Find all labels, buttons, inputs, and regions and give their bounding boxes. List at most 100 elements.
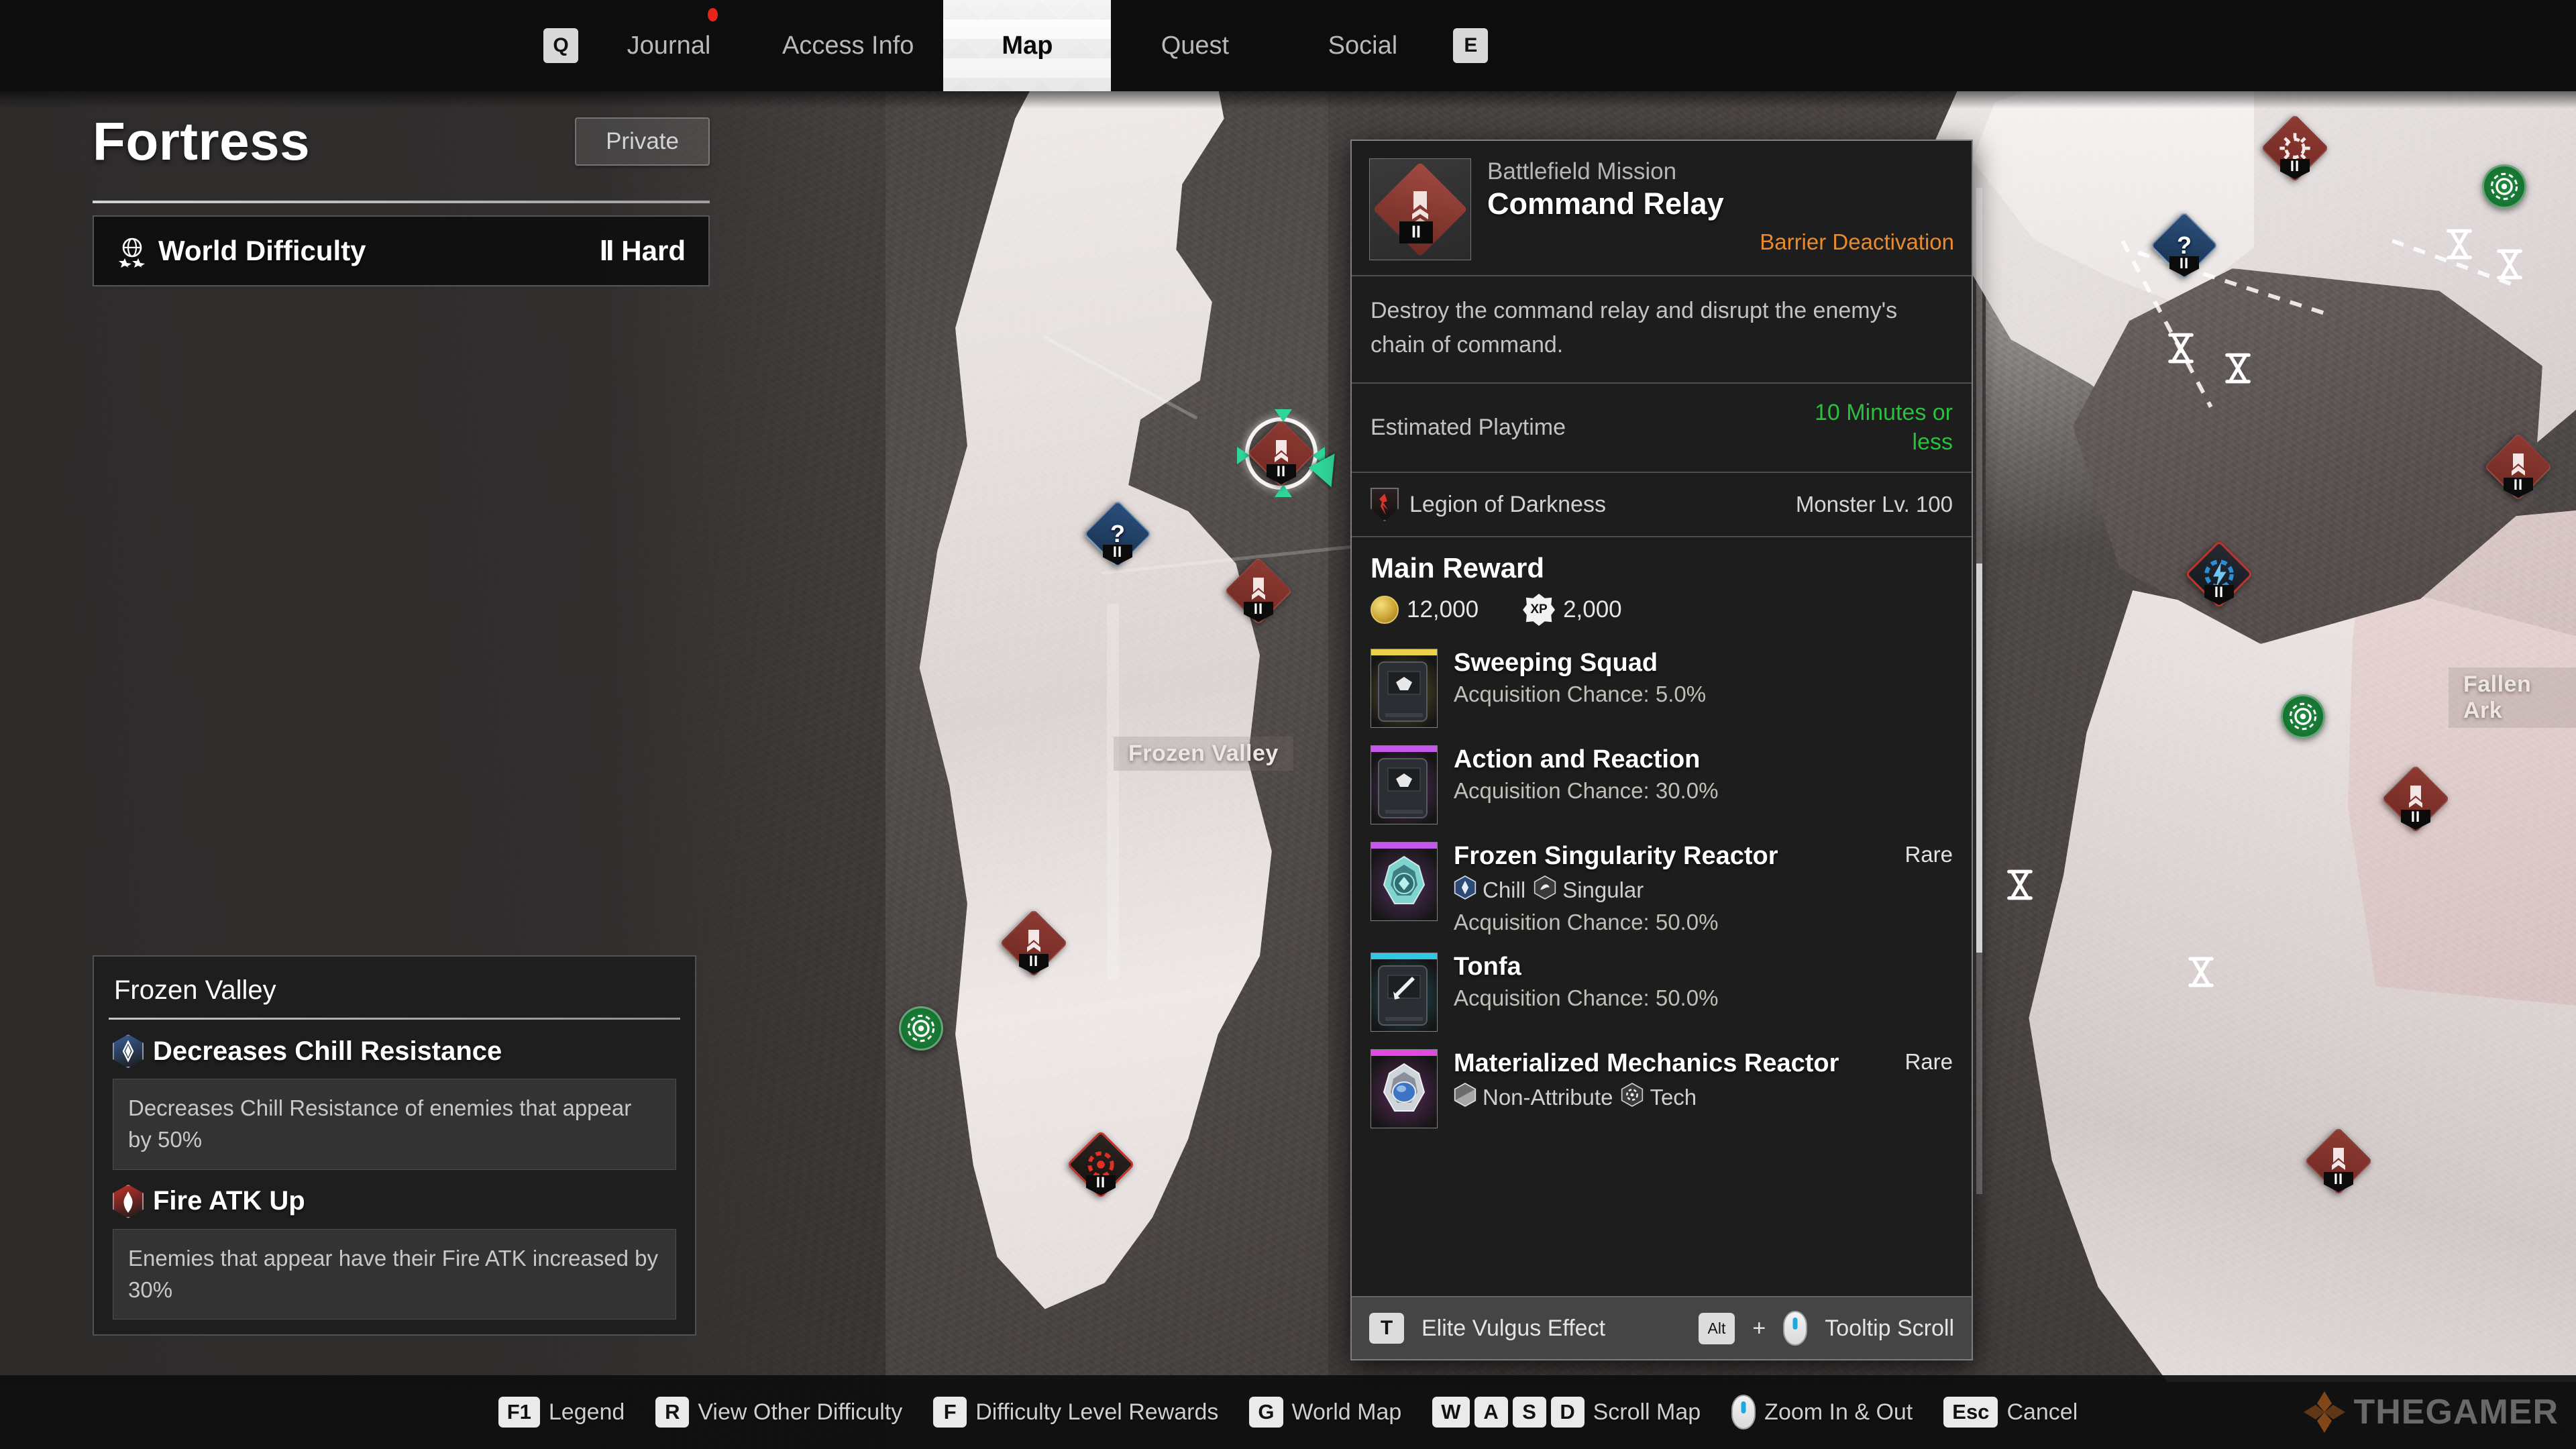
item-attribute-label: Non-Attribute (1483, 1085, 1613, 1110)
mouse-scroll-icon (1783, 1311, 1808, 1346)
nav-tab-label: Map (1002, 31, 1053, 60)
reward-item-header: Tonfa (1454, 953, 1953, 981)
item-attribute: Tech (1621, 1082, 1697, 1113)
marker-tier-badge: II (1244, 602, 1273, 622)
map-road (1107, 604, 1119, 979)
hotkey-world-map[interactable]: G World Map (1249, 1397, 1401, 1428)
hotkey-keys (1731, 1395, 1756, 1430)
tooltip-scroll-thumb[interactable] (1976, 564, 1982, 953)
reward-item-header: Sweeping Squad (1454, 649, 1953, 678)
region-effect-item: Fire ATK Up Enemies that appear have the… (94, 1170, 695, 1320)
playtime-row: Estimated Playtime 10 Minutes or less (1352, 384, 1972, 472)
privacy-toggle-button[interactable]: Private (575, 117, 710, 166)
item-attribute: Singular (1534, 875, 1644, 906)
weapon-card-icon (1371, 959, 1437, 1031)
outpost-marker[interactable]: II (2261, 114, 2329, 182)
hotkey-cancel[interactable]: Esc Cancel (1943, 1397, 2078, 1428)
xp-badge-icon: XP (1523, 594, 1556, 627)
playtime-label: Estimated Playtime (1371, 415, 1566, 441)
reward-item-name: Action and Reaction (1454, 745, 1701, 774)
hotkey-cap: W (1432, 1397, 1470, 1428)
gold-coin-icon (1371, 596, 1399, 625)
unknown-mission-marker[interactable]: ? II (2150, 211, 2218, 280)
nav-tab-access-info[interactable]: Access Info (753, 0, 943, 91)
key-t[interactable]: T (1369, 1313, 1404, 1344)
region-effect-name: Fire ATK Up (153, 1186, 305, 1216)
battlefield-mission-marker[interactable]: II (2381, 765, 2450, 833)
watermark-text: THEGAMER (2353, 1393, 2559, 1432)
hotkey-label: Scroll Map (1593, 1399, 1701, 1425)
hotkey-keys: WASD (1432, 1397, 1585, 1428)
nav-tab-journal[interactable]: Journal (585, 0, 753, 91)
nav-key-e[interactable]: E (1453, 28, 1489, 63)
item-attribute-label: Chill (1483, 877, 1526, 903)
mission-tooltip[interactable]: II Battlefield Mission Command Relay Bar… (1350, 140, 1982, 1360)
item-attribute: Non-Attribute (1454, 1082, 1613, 1113)
reward-item[interactable]: Sweeping Squad Acquisition Chance: 5.0% (1352, 641, 1972, 737)
grapple-point-icon (2163, 329, 2198, 372)
region-effect-description: Enemies that appear have their Fire ATK … (113, 1228, 676, 1320)
battlefield-mission-marker[interactable]: II (1000, 909, 1068, 977)
reward-item-name: Sweeping Squad (1454, 649, 1658, 678)
hotkey-cap: D (1550, 1397, 1585, 1428)
nav-tab-label: Access Info (782, 31, 914, 60)
unknown-mission-marker[interactable]: ? II (1083, 500, 1152, 568)
reward-item-chance: Acquisition Chance: 5.0% (1454, 682, 1707, 707)
elite-vulgus-label: Elite Vulgus Effect (1421, 1315, 1606, 1341)
infiltration-marker[interactable] (2281, 694, 2339, 752)
marker-tier-badge: II (2324, 1172, 2353, 1192)
battlefield-mission-marker[interactable]: II (1237, 409, 1325, 497)
nav-tab-social[interactable]: Social (1279, 0, 1446, 91)
marker-tier-badge: II (2204, 585, 2234, 605)
world-difficulty-row[interactable]: World Difficulty II Hard (93, 215, 710, 286)
battlefield-mission-marker[interactable]: II (2484, 433, 2553, 501)
battlefield-mission-marker[interactable]: II (1224, 557, 1293, 625)
top-navigation-bar[interactable]: Q Journal Access Info Map Quest Social E (0, 0, 2576, 91)
watermark: THEGAMER (2302, 1390, 2559, 1434)
header-divider (93, 201, 710, 203)
void-fusion-marker[interactable]: II (2185, 540, 2253, 608)
hotkey-zoom-in-out[interactable]: Zoom In & Out (1731, 1395, 1913, 1430)
special-operation-marker[interactable]: II (1067, 1130, 1135, 1199)
nav-tab-map[interactable]: Map (943, 0, 1111, 91)
reward-item[interactable]: Tonfa Acquisition Chance: 50.0% (1352, 945, 1972, 1041)
bottom-hotkey-bar[interactable]: F1 Legend R View Other Difficulty F Difficult… (0, 1375, 2576, 1449)
infiltration-marker[interactable] (899, 1006, 957, 1064)
reactor-icon-teal (1371, 849, 1437, 920)
nav-key-q[interactable]: Q (543, 28, 578, 63)
reward-item[interactable]: Frozen Singularity Reactor Rare Chill Si… (1352, 834, 1972, 945)
region-effect-item: Decreases Chill Resistance Decreases Chi… (94, 1020, 695, 1170)
nav-tab-quest[interactable]: Quest (1111, 0, 1279, 91)
battlefield-mission-marker[interactable]: II (2304, 1127, 2373, 1195)
tooltip-footer[interactable]: T Elite Vulgus Effect Alt + Tooltip Scro… (1352, 1296, 1972, 1359)
tooltip-scrollbar[interactable] (1976, 188, 1982, 1194)
monster-level: Monster Lv. 100 (1795, 492, 1953, 517)
reward-item-list[interactable]: Sweeping Squad Acquisition Chance: 5.0% … (1352, 641, 1972, 1296)
reward-item[interactable]: Materialized Mechanics Reactor Rare Non-… (1352, 1041, 1972, 1138)
faction-row: Legion of Darkness Monster Lv. 100 (1352, 473, 1972, 536)
mission-description: Destroy the command relay and disrupt th… (1371, 298, 1898, 358)
infiltration-circle-icon (2482, 164, 2526, 209)
nav-tab-label: Social (1328, 31, 1398, 60)
hotkey-legend[interactable]: F1 Legend (498, 1397, 625, 1428)
hotkey-cap: R (655, 1397, 690, 1428)
map-region-label: Fallen Ark (2449, 667, 2576, 728)
hotkey-label: Difficulty Level Rewards (975, 1399, 1219, 1425)
non-attribute-icon (1454, 1082, 1477, 1113)
hotkey-difficulty-level-rewards[interactable]: F Difficulty Level Rewards (933, 1397, 1218, 1428)
globe-icon (117, 234, 148, 268)
hotkey-view-other-difficulty[interactable]: R View Other Difficulty (655, 1397, 902, 1428)
infiltration-marker[interactable] (2482, 164, 2540, 222)
reward-item-attributes: Non-Attribute Tech (1454, 1082, 1953, 1113)
gold-amount: 12,000 (1407, 596, 1479, 623)
item-attribute-label: Tech (1650, 1085, 1697, 1110)
mission-header-text: Battlefield Mission Command Relay Barrie… (1487, 158, 1954, 260)
item-attribute-label: Singular (1562, 877, 1644, 903)
nav-tab-label: Journal (627, 31, 711, 60)
key-alt[interactable]: Alt (1698, 1312, 1735, 1344)
reward-item[interactable]: Action and Reaction Acquisition Chance: … (1352, 737, 1972, 834)
mission-tier-badge: II (1399, 221, 1433, 244)
reward-item-thumbnail (1371, 953, 1438, 1032)
reward-item-name: Materialized Mechanics Reactor (1454, 1049, 1839, 1078)
hotkey-scroll-map[interactable]: W A S D Scroll Map (1432, 1397, 1701, 1428)
